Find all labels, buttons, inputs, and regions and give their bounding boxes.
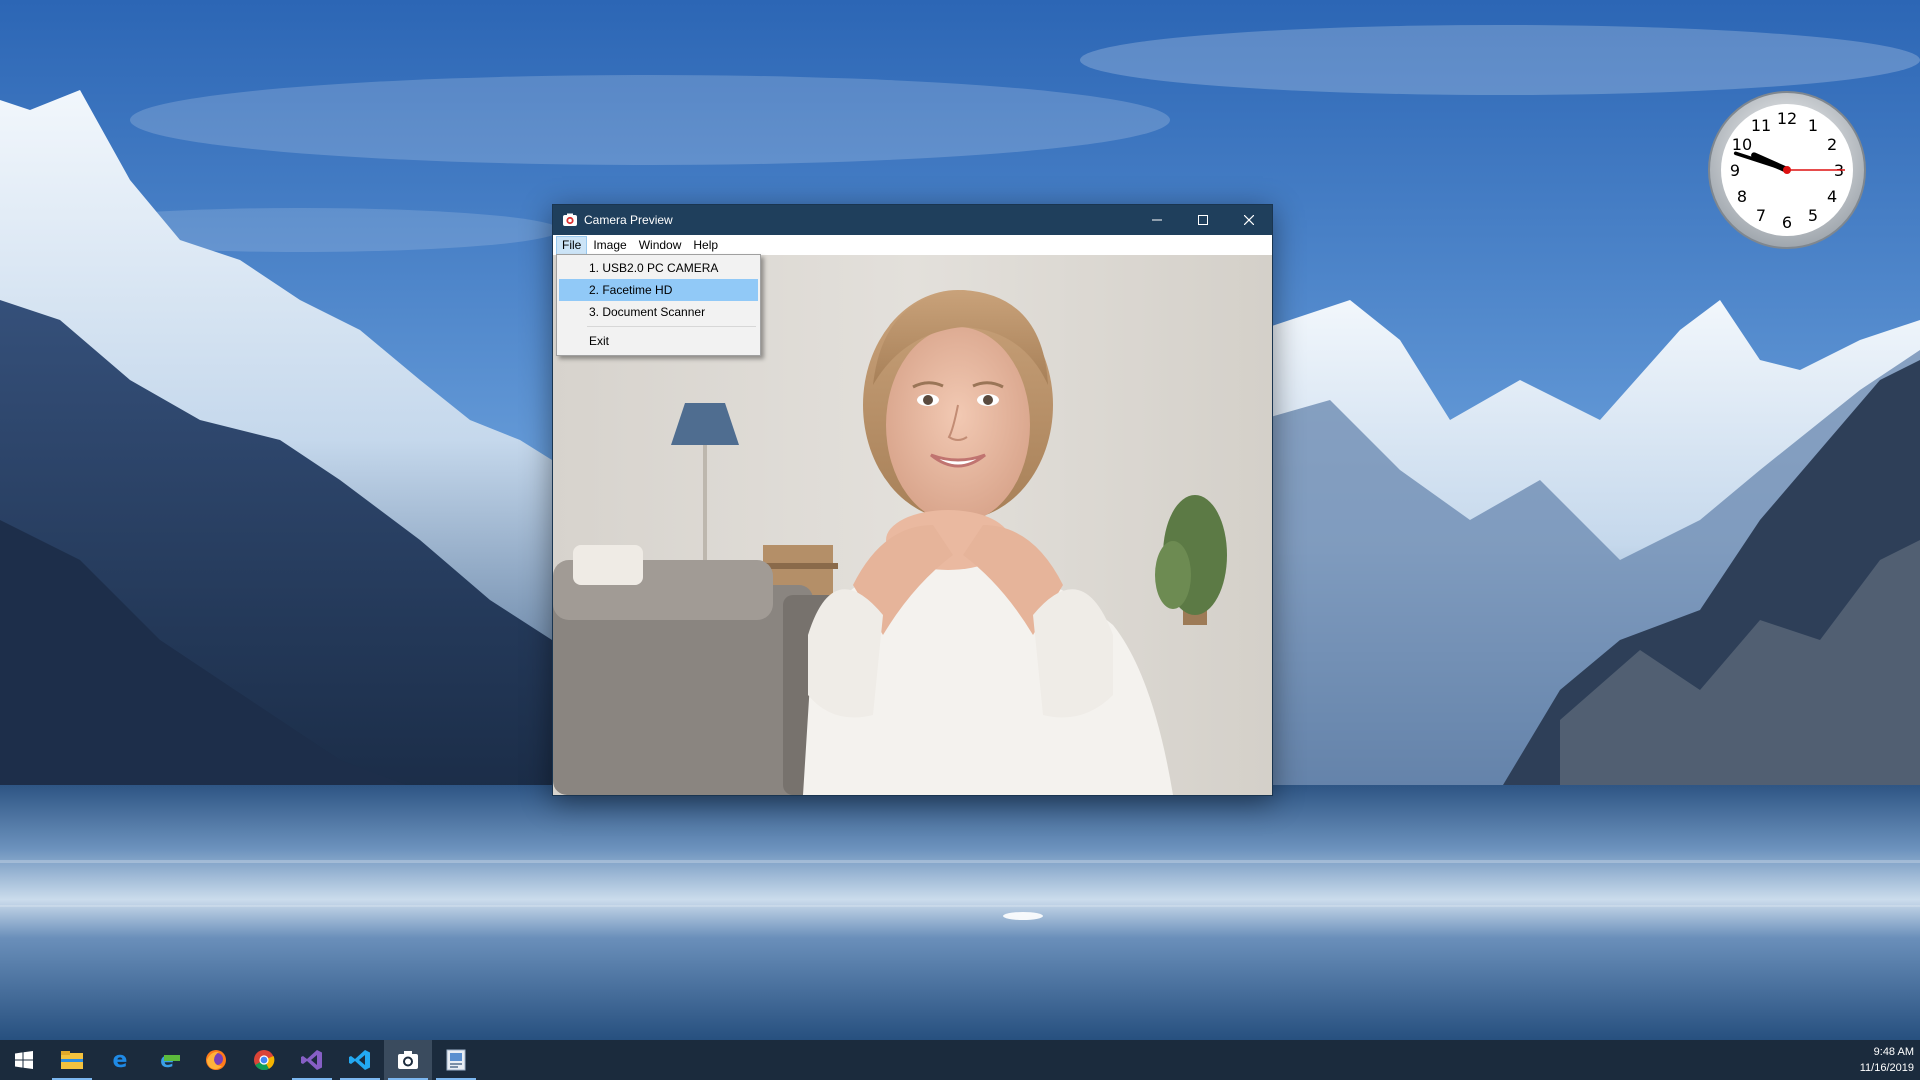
clock-numeral: 11 — [1751, 116, 1771, 135]
clock-numeral: 1 — [1808, 116, 1818, 135]
system-tray-clock[interactable]: 9:48 AM 11/16/2019 — [1860, 1040, 1914, 1080]
svg-text:e: e — [113, 1049, 128, 1071]
taskbar-image-app[interactable] — [432, 1040, 480, 1080]
taskbar-edge[interactable]: e — [96, 1040, 144, 1080]
taskbar-firefox[interactable] — [192, 1040, 240, 1080]
menu-item-facetime-hd[interactable]: 2. Facetime HD — [559, 279, 758, 301]
close-icon — [1244, 215, 1254, 225]
file-dropdown-menu: 1. USB2.0 PC CAMERA 2. Facetime HD 3. Do… — [556, 254, 761, 356]
start-button[interactable] — [0, 1040, 48, 1080]
camera-app-icon — [563, 213, 577, 226]
tray-date: 11/16/2019 — [1859, 1062, 1914, 1074]
clock-numeral: 7 — [1756, 206, 1766, 225]
taskbar-camera-preview[interactable] — [384, 1040, 432, 1080]
firefox-icon — [206, 1050, 226, 1070]
windows-start-icon — [15, 1051, 33, 1069]
visual-studio-icon — [301, 1050, 322, 1070]
minimize-button[interactable] — [1134, 205, 1180, 235]
camera-preview-icon — [398, 1051, 418, 1069]
image-app-icon — [446, 1049, 466, 1071]
maximize-icon — [1198, 215, 1208, 225]
clock-gadget[interactable]: 12 1234567891011 — [1707, 90, 1867, 250]
clock-numeral: 12 — [1777, 109, 1797, 128]
taskbar-file-explorer[interactable] — [48, 1040, 96, 1080]
menu-item-exit[interactable]: Exit — [559, 330, 758, 352]
window-title: Camera Preview — [584, 213, 673, 227]
clock-numeral: 10 — [1732, 135, 1752, 154]
clock-numeral: 4 — [1827, 187, 1837, 206]
chrome-icon — [254, 1050, 275, 1071]
vscode-icon — [349, 1050, 370, 1070]
taskbar: e e — [0, 1040, 1920, 1080]
taskbar-chrome[interactable] — [240, 1040, 288, 1080]
taskbar-ie-beta[interactable]: e — [144, 1040, 192, 1080]
clock-numeral: 6 — [1782, 213, 1792, 232]
ie-beta-icon: e — [160, 1049, 180, 1071]
menu-item-document-scanner[interactable]: 3. Document Scanner — [559, 301, 758, 323]
title-bar[interactable]: Camera Preview — [553, 205, 1272, 235]
maximize-button[interactable] — [1180, 205, 1226, 235]
edge-icon: e — [113, 1049, 128, 1071]
clock-numeral: 9 — [1730, 161, 1740, 180]
file-explorer-icon — [61, 1051, 83, 1069]
taskbar-visual-studio[interactable] — [288, 1040, 336, 1080]
close-button[interactable] — [1226, 205, 1272, 235]
tray-time: 9:48 AM — [1873, 1046, 1914, 1058]
taskbar-vscode[interactable] — [336, 1040, 384, 1080]
menu-file[interactable]: File — [556, 235, 588, 255]
menu-window[interactable]: Window — [633, 236, 688, 255]
menu-help[interactable]: Help — [687, 236, 724, 255]
menu-item-usb-camera[interactable]: 1. USB2.0 PC CAMERA — [559, 257, 758, 279]
menu-image[interactable]: Image — [587, 236, 632, 255]
clock-numeral: 8 — [1737, 187, 1747, 206]
menu-bar: File Image Window Help — [553, 235, 1272, 255]
minimize-icon — [1152, 219, 1162, 221]
clock-numeral: 5 — [1808, 206, 1818, 225]
clock-numeral: 2 — [1827, 135, 1837, 154]
menu-separator — [587, 326, 756, 327]
